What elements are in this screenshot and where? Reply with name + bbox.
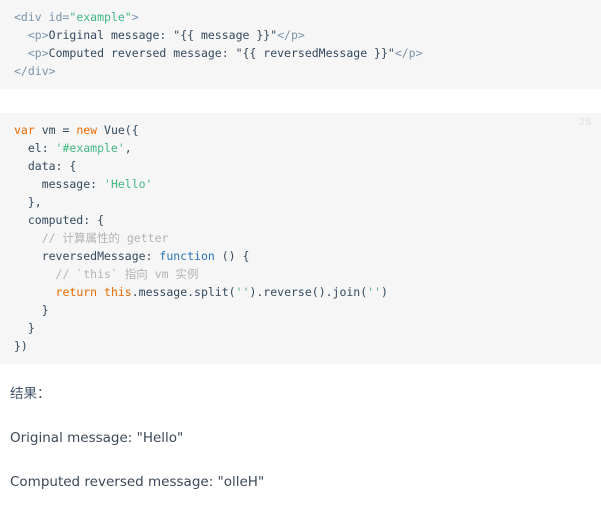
code-token-tag: <div (14, 10, 49, 24)
result-computed-reversed-message: Computed reversed message: "olleH" (10, 474, 265, 490)
code-token-tag: </p> (277, 28, 305, 42)
code-token-keyword: var (14, 123, 35, 137)
code-token-string: "example" (69, 10, 132, 24)
code-token-plain: ).reverse().join( (249, 285, 368, 299)
code-token-plain: .message.split( (131, 285, 236, 299)
code-token-func: function (159, 249, 215, 263)
code-token-plain: message: (14, 177, 105, 191)
code-content-html[interactable]: <div id="example"> <p>Original message: … (14, 8, 587, 80)
code-token-string: '#example' (55, 141, 125, 155)
code-token-plain: , (124, 141, 132, 155)
code-content-js[interactable]: var vm = new Vue({ el: '#example', data:… (14, 121, 587, 355)
code-token-plain: data: { (14, 159, 77, 173)
code-token-tag: <p> (27, 28, 49, 42)
code-token-tag: </div> (14, 64, 56, 78)
code-token-string: '' (367, 285, 382, 299)
code-block-html: <div id="example"> <p>Original message: … (0, 0, 601, 89)
code-token-comment: // `this` 指向 vm 实例 (14, 267, 199, 281)
code-token-plain: vm = (34, 123, 77, 137)
code-token-plain: Computed reversed message: "{{ reversedM… (48, 46, 395, 60)
code-token-tag: > (131, 10, 139, 24)
code-token-plain: () { (214, 249, 250, 263)
code-token-plain: } (14, 303, 49, 317)
code-token-plain: }, (14, 195, 42, 209)
code-token-comment: // 计算属性的 getter (14, 231, 169, 245)
code-token-plain: Original message: "{{ message }}" (48, 28, 278, 42)
code-block-js: JS var vm = new Vue({ el: '#example', da… (0, 113, 601, 364)
code-token-tag: <p> (27, 46, 49, 60)
result-original-message: Original message: "Hello" (10, 430, 184, 446)
code-token-string: 'Hello' (104, 177, 153, 191)
code-token-plain: }) (14, 339, 28, 353)
code-token-string: '' (235, 285, 250, 299)
code-token-tag: </p> (394, 46, 423, 60)
documentation-page: <div id="example"> <p>Original message: … (0, 0, 601, 510)
code-token-plain: } (14, 321, 35, 335)
code-token-plain: ) (381, 285, 388, 299)
code-token-keyword: new (76, 123, 98, 137)
code-token-plain: reversedMessage: (14, 249, 160, 263)
code-token-plain: Vue({ (97, 123, 139, 137)
code-token-plain: el: (14, 141, 56, 155)
code-token-plain: computed: { (14, 213, 105, 227)
language-badge-js: JS (578, 117, 592, 128)
code-token-attr: id= (48, 10, 70, 24)
code-token-keyword: return (55, 285, 98, 299)
result-section: 结果： Original message: "Hello" Computed r… (0, 364, 601, 492)
result-heading: 结果： (10, 386, 51, 402)
code-token-keyword: this (104, 285, 132, 299)
